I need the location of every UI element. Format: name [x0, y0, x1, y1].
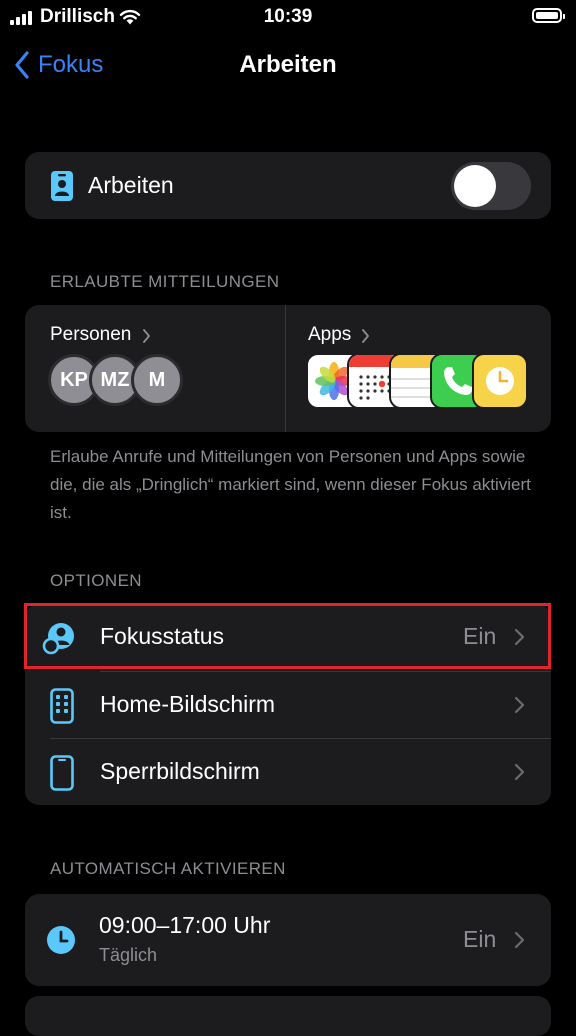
option-label: Home-Bildschirm [100, 691, 276, 717]
chevron-right-icon [514, 931, 525, 949]
avatar: M [131, 354, 183, 406]
schedule-time-label: 09:00–17:00 Uhr [99, 912, 271, 938]
clock-icon [47, 926, 75, 954]
chevron-right-icon [514, 696, 525, 714]
battery-icon [532, 8, 565, 23]
add-schedule-card[interactable] [25, 996, 551, 1036]
people-label: Personen [50, 324, 132, 345]
lock-screen-icon [50, 755, 74, 791]
allowed-notifications-header: ERLAUBTE MITTEILUNGEN [50, 272, 280, 291]
allowed-notifications-footer: Erlaube Anrufe und Mitteilungen von Pers… [50, 447, 531, 522]
page-title: Arbeiten [239, 51, 337, 78]
options-header: OPTIONEN [50, 571, 142, 590]
highlight-box [24, 603, 551, 669]
schedule-value: Ein [463, 926, 497, 952]
apps-chevron-icon [362, 329, 369, 343]
people-chevron-icon [143, 329, 150, 343]
home-screen-icon [50, 688, 74, 724]
focus-toggle-switch[interactable] [451, 162, 531, 210]
status-time: 10:39 [263, 6, 313, 27]
toggle-knob [454, 165, 496, 207]
clock-app-icon [472, 353, 528, 409]
apps-label: Apps [308, 324, 352, 345]
automation-header: AUTOMATISCH AKTIVIEREN [50, 859, 286, 878]
id-badge-icon [51, 171, 73, 201]
option-label: Sperrbildschirm [100, 758, 260, 784]
focus-name-label: Arbeiten [88, 172, 174, 198]
chevron-right-icon [514, 763, 525, 781]
schedule-frequency-label: Täglich [99, 945, 158, 965]
